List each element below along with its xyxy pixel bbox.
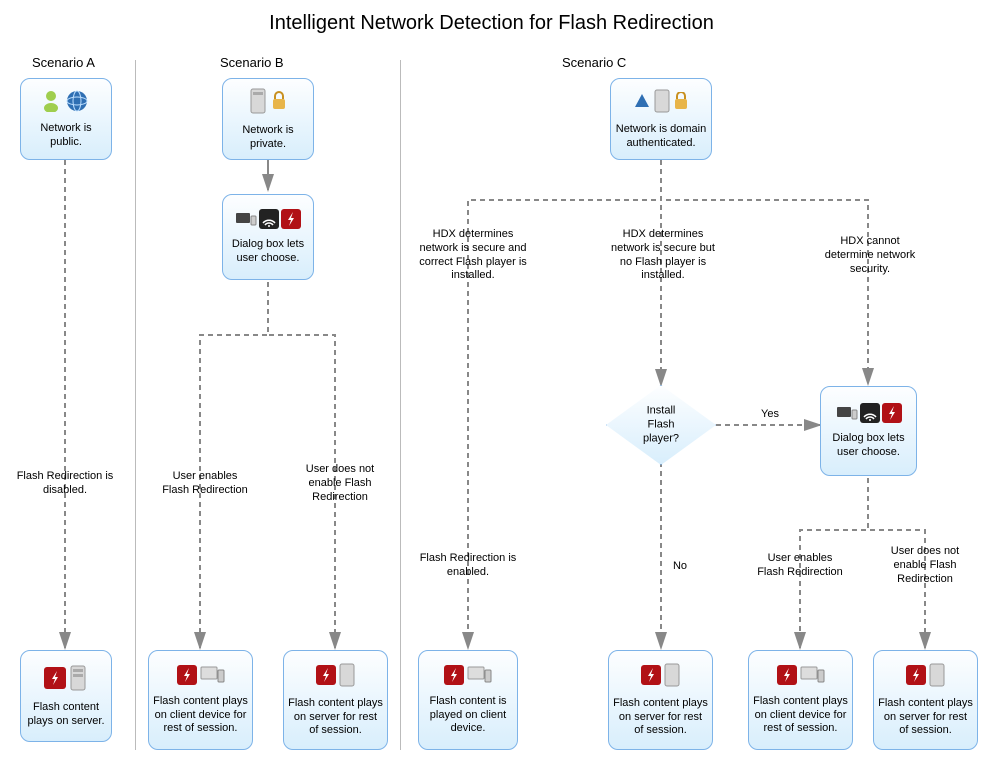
edge-a-mid: Flash Redirection is disabled. — [15, 470, 115, 498]
scenario-b-label: Scenario B — [220, 55, 284, 70]
edge-b-left: User enables Flash Redirection — [160, 470, 250, 498]
server-icon — [338, 662, 356, 693]
node-b-dialog-text: Dialog box lets user choose. — [227, 238, 309, 266]
server-icon — [928, 662, 946, 693]
server-icon — [653, 88, 671, 119]
node-b-end-left: Flash content plays on client device for… — [148, 650, 253, 750]
node-c-start-text: Network is domain authenticated. — [615, 123, 707, 151]
flash-icon — [316, 665, 336, 690]
node-c-end-2: Flash content plays on server for rest o… — [608, 650, 713, 750]
edge-c-no: No — [665, 560, 695, 574]
node-a-end: Flash content plays on server. — [20, 650, 112, 742]
server-icon — [248, 87, 268, 120]
flash-icon — [906, 665, 926, 690]
node-b-end-right: Flash content plays on server for rest o… — [283, 650, 388, 750]
triangle-icon — [633, 92, 651, 115]
node-b-start-text: Network is private. — [227, 124, 309, 152]
flash-icon — [44, 667, 66, 694]
separator-ab — [135, 60, 136, 750]
lock-icon — [673, 92, 689, 115]
edge-c-right: User does not enable Flash Redirection — [880, 545, 970, 586]
node-c-end-4-text: Flash content plays on server for rest o… — [878, 697, 973, 738]
edge-c-branch2: HDX determines network is secure but no … — [608, 228, 718, 283]
flash-icon — [882, 403, 902, 428]
device-icon — [466, 664, 492, 691]
device-icon — [836, 404, 858, 427]
edge-c-left: User enables Flash Redirection — [755, 552, 845, 580]
scenario-c-label: Scenario C — [562, 55, 626, 70]
node-b-dialog: Dialog box lets user choose. — [222, 194, 314, 280]
node-a-end-text: Flash content plays on server. — [25, 701, 107, 729]
node-c-decision-text: Install Flash player? — [634, 404, 689, 445]
separator-bc — [400, 60, 401, 750]
flash-icon — [281, 209, 301, 234]
node-c-end-3: Flash content plays on client device for… — [748, 650, 853, 750]
node-c-end-1-text: Flash content is played on client device… — [423, 695, 513, 736]
flash-icon — [777, 665, 797, 690]
device-icon — [199, 664, 225, 691]
node-c-dialog: Dialog box lets user choose. — [820, 386, 917, 476]
scenario-a-label: Scenario A — [32, 55, 95, 70]
wifi-icon — [860, 403, 880, 428]
server-icon — [663, 662, 681, 693]
node-a-start-text: Network is public. — [25, 122, 107, 150]
diagram-title: Intelligent Network Detection for Flash … — [0, 0, 983, 35]
flash-icon — [177, 665, 197, 690]
node-b-end-right-text: Flash content plays on server for rest o… — [288, 697, 383, 738]
edge-c-branch3: HDX cannot determine network security. — [815, 235, 925, 276]
wifi-icon — [259, 209, 279, 234]
globe-icon — [65, 89, 89, 118]
node-c-end-2-text: Flash content plays on server for rest o… — [613, 697, 708, 738]
flash-icon — [641, 665, 661, 690]
flash-icon — [444, 665, 464, 690]
edge-b-right: User does not enable Flash Redirection — [295, 463, 385, 504]
node-b-end-left-text: Flash content plays on client device for… — [153, 695, 248, 736]
device-icon — [799, 664, 825, 691]
node-c-end-3-text: Flash content plays on client device for… — [753, 695, 848, 736]
node-c-end-4: Flash content plays on server for rest o… — [873, 650, 978, 750]
user-icon — [43, 90, 63, 117]
node-a-start: Network is public. — [20, 78, 112, 160]
device-icon — [235, 210, 257, 233]
node-c-end-1: Flash content is played on client device… — [418, 650, 518, 750]
node-b-start: Network is private. — [222, 78, 314, 160]
edge-c-yes: Yes — [755, 408, 785, 422]
node-c-decision: Install Flash player? — [606, 385, 716, 465]
node-c-dialog-text: Dialog box lets user choose. — [825, 432, 912, 460]
node-c-start: Network is domain authenticated. — [610, 78, 712, 160]
lock-icon — [270, 91, 288, 116]
edge-c-branch1: HDX determines network is secure and cor… — [418, 228, 528, 283]
edge-c-mid1: Flash Redirection is enabled. — [418, 552, 518, 580]
server-icon — [68, 664, 88, 697]
